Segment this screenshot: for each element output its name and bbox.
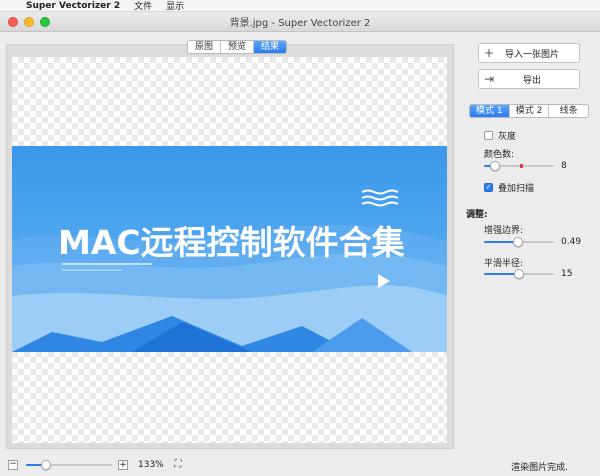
- mode-tabs: 模式 1 模式 2 线条: [469, 104, 589, 118]
- tab-mode-2[interactable]: 模式 2: [510, 105, 550, 117]
- edge-slider-knob[interactable]: [513, 237, 523, 247]
- smooth-value: 15: [561, 269, 573, 279]
- colors-slider-marker: [520, 164, 523, 168]
- edge-label: 增强边界:: [484, 226, 524, 236]
- grayscale-label: 灰度: [498, 132, 517, 142]
- smooth-label: 平滑半径:: [484, 259, 524, 269]
- tab-result[interactable]: 结果: [254, 41, 287, 53]
- colors-slider-knob[interactable]: [490, 161, 500, 171]
- tab-lines[interactable]: 线条: [549, 105, 588, 117]
- zoom-value: 133%: [138, 460, 164, 470]
- grayscale-check-box[interactable]: [484, 131, 493, 140]
- tab-original[interactable]: 原图: [188, 41, 222, 53]
- overlay-scan-checkbox[interactable]: ✓ 叠加扫描: [484, 181, 534, 194]
- export-button[interactable]: ⇥ 导出: [478, 69, 580, 89]
- result-image[interactable]: MAC远程控制软件合集: [12, 146, 447, 352]
- menu-view[interactable]: 显示: [166, 0, 184, 12]
- import-image-button[interactable]: + 导入一张图片: [478, 43, 580, 63]
- grayscale-checkbox[interactable]: 灰度: [484, 129, 516, 142]
- adjust-heading: 调整:: [466, 210, 488, 220]
- tab-preview[interactable]: 预览: [221, 41, 255, 53]
- overlay-scan-check-box[interactable]: ✓: [484, 183, 493, 192]
- zoom-window-button[interactable]: [40, 17, 50, 27]
- close-window-button[interactable]: [8, 17, 18, 27]
- zoom-in-button[interactable]: +: [118, 460, 128, 470]
- import-image-label: 导入一张图片: [504, 49, 559, 60]
- edge-value: 0.49: [561, 237, 582, 247]
- edge-slider[interactable]: [484, 237, 554, 247]
- fit-screen-icon[interactable]: ⛶: [172, 459, 184, 471]
- view-tabs: 原图 预览 结果: [187, 40, 288, 54]
- menu-bar: Super Vectorizer 2 文件 显示: [0, 0, 600, 12]
- zoom-slider-knob[interactable]: [41, 460, 51, 470]
- status-text: 渲染图片完成.: [511, 463, 568, 473]
- traffic-lights: [8, 17, 50, 27]
- menu-app-name[interactable]: Super Vectorizer 2: [26, 1, 120, 11]
- minimize-window-button[interactable]: [24, 17, 34, 27]
- zoom-slider[interactable]: [26, 460, 112, 470]
- smooth-slider[interactable]: [484, 269, 554, 279]
- image-title-text: MAC远程控制软件合集: [58, 223, 405, 262]
- tab-mode-1[interactable]: 模式 1: [470, 105, 510, 117]
- export-icon: ⇥: [483, 72, 495, 86]
- export-label: 导出: [522, 75, 541, 86]
- colors-label: 颜色数:: [484, 150, 515, 160]
- plus-icon: +: [483, 46, 495, 60]
- menu-file[interactable]: 文件: [134, 0, 152, 12]
- smooth-slider-knob[interactable]: [514, 269, 524, 279]
- colors-value: 8: [561, 161, 567, 171]
- window-titlebar: 背景.jpg - Super Vectorizer 2: [0, 12, 600, 32]
- zoom-out-button[interactable]: −: [8, 460, 18, 470]
- overlay-scan-label: 叠加扫描: [498, 184, 535, 194]
- colors-slider[interactable]: [484, 161, 554, 171]
- window-title: 背景.jpg - Super Vectorizer 2: [229, 18, 371, 29]
